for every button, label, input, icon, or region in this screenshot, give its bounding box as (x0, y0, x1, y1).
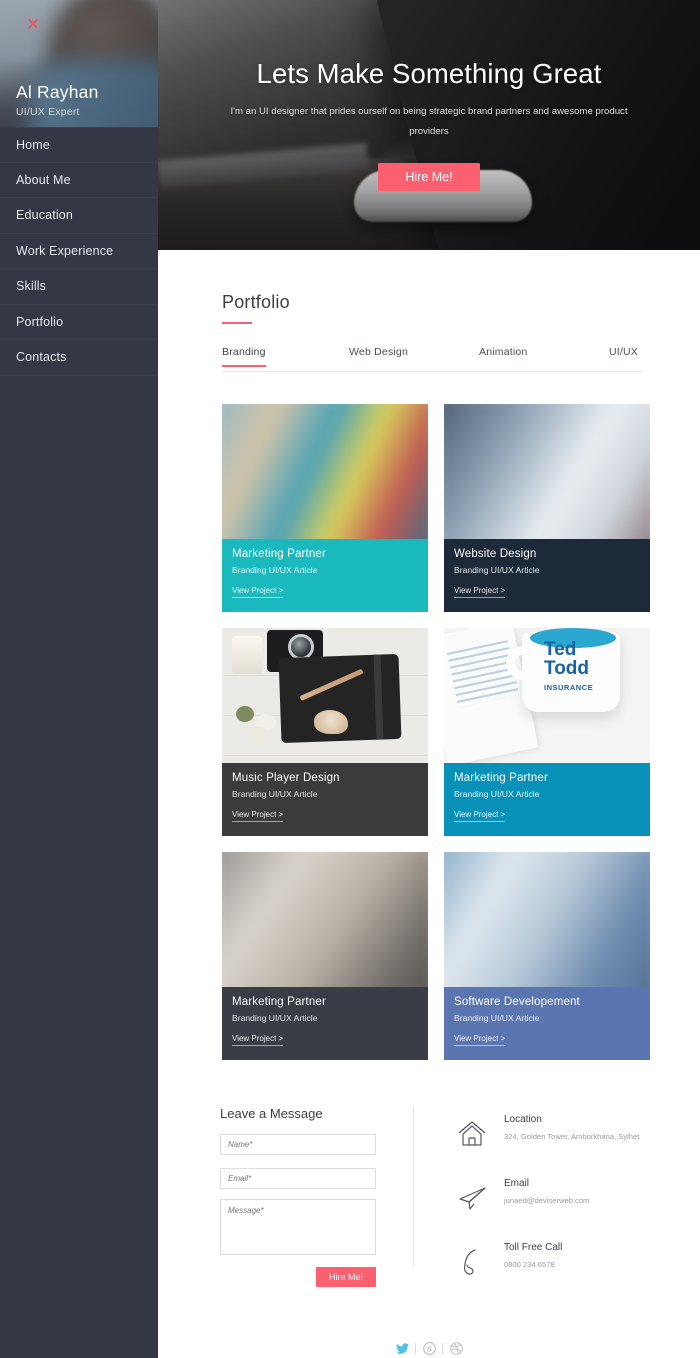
view-project-link[interactable]: View Project > (232, 810, 284, 822)
sidebar-item-education[interactable]: Education (0, 198, 158, 234)
contact-divider (413, 1106, 414, 1266)
card-subtitle: Branding UI/UX Article (454, 789, 540, 799)
card-caption: Marketing Partner Branding UI/UX Article… (222, 539, 428, 612)
hero-subtitle: I'm an UI designer that prides ourself o… (230, 106, 628, 137)
card-subtitle: Branding UI/UX Article (232, 565, 318, 575)
portfolio-tabs: Branding Web Design Animation UI/UX (222, 346, 642, 372)
card-caption: Website Design Branding UI/UX Article Vi… (444, 539, 650, 612)
home-icon (456, 1118, 490, 1152)
contact-info-location: Location 324, Golden Tower, Amborkhana, … (448, 1114, 678, 1174)
portfolio-card-website-design[interactable]: Website Design Branding UI/UX Article Vi… (444, 404, 650, 612)
card-subtitle: Branding UI/UX Article (454, 565, 540, 575)
phone-icon (456, 1246, 490, 1280)
portfolio-row: Marketing Partner Branding UI/UX Article… (222, 852, 650, 1060)
contact-info-email: Email junaed@deviserweb.com (448, 1178, 678, 1238)
portfolio-row: Music Player Design Branding UI/UX Artic… (222, 628, 650, 836)
sidebar-item-about-me[interactable]: About Me (0, 163, 158, 198)
card-caption: Marketing Partner Branding UI/UX Article… (444, 763, 650, 836)
tab-animation[interactable]: Animation (479, 346, 528, 365)
hero-hire-me-button[interactable]: Hire Me! (378, 163, 480, 191)
hero-title: Lets Make Something Great (256, 58, 602, 89)
svg-text:S: S (427, 1344, 432, 1353)
portfolio-title: Portfolio (222, 292, 290, 312)
card-subtitle: Branding UI/UX Article (232, 1013, 318, 1023)
footer: S Copyright: Junaed Ahmed, All rights re… (158, 1340, 700, 1358)
profile-role: UI/UX Expert (16, 106, 80, 118)
contact-submit-button[interactable]: Hire Me! (316, 1267, 376, 1287)
card-title: Software Developement (454, 996, 580, 1008)
card-caption: Music Player Design Branding UI/UX Artic… (222, 763, 428, 836)
view-project-link[interactable]: View Project > (454, 586, 506, 598)
sidebar-item-home[interactable]: Home (0, 127, 158, 163)
portfolio-card-marketing-partner-1[interactable]: Marketing Partner Branding UI/UX Article… (222, 404, 428, 612)
portfolio-card-software-development[interactable]: Software Developement Branding UI/UX Art… (444, 852, 650, 1060)
contact-info-label: Email (504, 1178, 530, 1189)
card-caption: Software Developement Branding UI/UX Art… (444, 987, 650, 1060)
message-input[interactable] (220, 1199, 376, 1255)
view-project-link[interactable]: View Project > (454, 1034, 506, 1046)
portfolio-title-underline (222, 322, 252, 324)
contact-section: Leave a Message Hire Me! Locat (158, 1106, 700, 1316)
profile-name: Al Rayhan (16, 82, 99, 102)
card-subtitle: Branding UI/UX Article (454, 1013, 540, 1023)
twitter-icon[interactable] (389, 1340, 415, 1356)
card-title: Website Design (454, 548, 537, 560)
tab-web-design[interactable]: Web Design (349, 346, 408, 365)
card-title: Marketing Partner (454, 772, 548, 784)
view-project-link[interactable]: View Project > (232, 586, 284, 598)
dribbble-icon[interactable] (443, 1340, 469, 1356)
sidebar-menu: Home About Me Education Work Experience … (0, 127, 158, 376)
card-title: Music Player Design (232, 772, 340, 784)
tab-branding[interactable]: Branding (222, 346, 266, 367)
email-input[interactable] (220, 1168, 376, 1189)
paper-plane-icon (456, 1182, 490, 1216)
sidebar: ✕ Al Rayhan UI/UX Expert Home About Me E… (0, 0, 158, 1358)
main-content: Portfolio Branding Web Design Animation … (158, 250, 700, 1358)
mug-brand-text: Ted Todd INSURANCE (544, 639, 594, 692)
sidebar-item-work-experience[interactable]: Work Experience (0, 234, 158, 269)
sidebar-item-portfolio[interactable]: Portfolio (0, 305, 158, 340)
view-project-link[interactable]: View Project > (454, 810, 506, 822)
card-caption: Marketing Partner Branding UI/UX Article… (222, 987, 428, 1060)
contact-form: Leave a Message Hire Me! (220, 1106, 376, 1287)
contact-form-title: Leave a Message (220, 1106, 323, 1121)
sidebar-item-skills[interactable]: Skills (0, 269, 158, 305)
portfolio-row: Marketing Partner Branding UI/UX Article… (222, 404, 650, 612)
contact-info-label: Location (504, 1114, 542, 1125)
contact-info-value: junaed@deviserweb.com (504, 1196, 590, 1205)
close-icon[interactable]: ✕ (24, 16, 42, 34)
view-project-link[interactable]: View Project > (232, 1034, 284, 1046)
hero-section: Lets Make Something Great I'm an UI desi… (158, 0, 700, 250)
card-title: Marketing Partner (232, 548, 326, 560)
portfolio-card-marketing-partner-2[interactable]: Ted Todd INSURANCE TedTodd Marketing Par… (444, 628, 650, 836)
contact-info-value: 0800 234 6578 (504, 1260, 555, 1269)
card-title: Marketing Partner (232, 996, 326, 1008)
contact-info-phone: Toll Free Call 0800 234 6578 (448, 1242, 678, 1302)
portfolio-card-music-player-design[interactable]: Music Player Design Branding UI/UX Artic… (222, 628, 428, 836)
card-subtitle: Branding UI/UX Article (232, 789, 318, 799)
portfolio-grid: Marketing Partner Branding UI/UX Article… (222, 404, 650, 1060)
name-input[interactable] (220, 1134, 376, 1155)
portfolio-card-marketing-partner-3[interactable]: Marketing Partner Branding UI/UX Article… (222, 852, 428, 1060)
tab-ui-ux[interactable]: UI/UX (609, 346, 638, 365)
contact-info-list: Location 324, Golden Tower, Amborkhana, … (448, 1114, 678, 1306)
page-root: ✕ Al Rayhan UI/UX Expert Home About Me E… (0, 0, 700, 1358)
contact-info-label: Toll Free Call (504, 1242, 563, 1253)
sidebar-item-contacts[interactable]: Contacts (0, 340, 158, 376)
skype-icon[interactable]: S (416, 1340, 442, 1356)
social-links: S (158, 1340, 700, 1356)
contact-info-value: 324, Golden Tower, Amborkhana, Sylhet (504, 1132, 640, 1141)
